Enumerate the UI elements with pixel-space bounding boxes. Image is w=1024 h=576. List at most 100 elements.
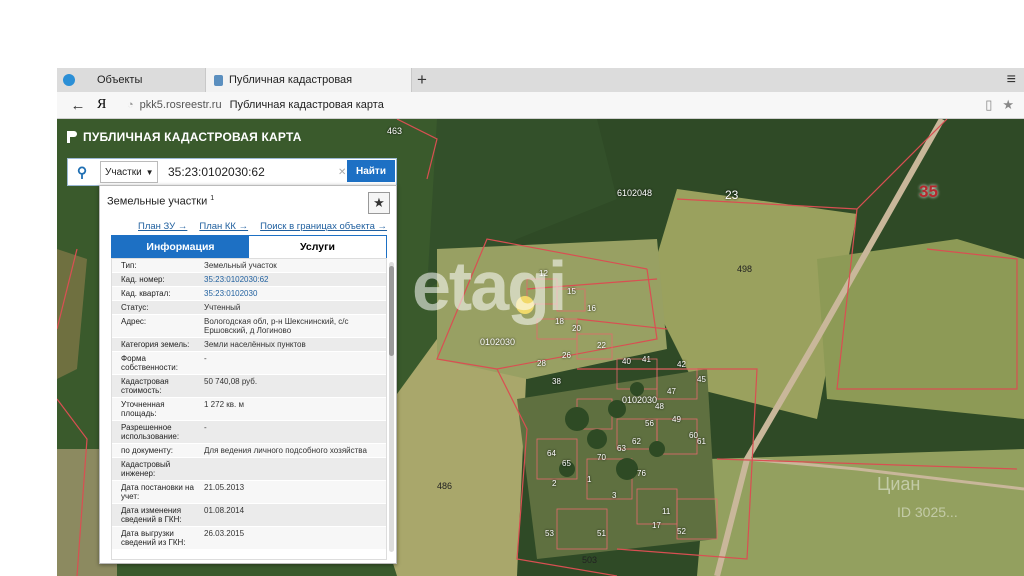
search-input[interactable] [166,161,338,183]
info-key: Разрешенное использование: [121,423,180,441]
search-type-select[interactable]: Участки ▼ [100,161,158,183]
etagi-watermark: etagi [412,247,567,325]
panel-title: Земельные участки 1 [107,195,214,208]
parcel-number[interactable]: 51 [597,529,606,538]
info-value: Учтенный [204,303,241,312]
parcel-number[interactable]: 1 [587,475,591,484]
parcel-number[interactable]: 47 [667,387,676,396]
info-key: Кадастровая стоимость: [121,377,169,395]
info-row: Кадастровый инженер: [112,458,386,481]
parcel-number[interactable]: 22 [597,341,606,350]
plan-zu-link[interactable]: План ЗУ → [138,221,187,232]
info-table: Тип: Земельный участок Кад. номер: 35:23:01… [111,258,387,560]
bookmark-star-icon[interactable]: ★ [1002,97,1014,113]
parcel-number[interactable]: 2 [552,479,556,488]
result-count: 1 [210,195,215,202]
parcel-number[interactable]: 56 [645,419,654,428]
parcel-number[interactable]: 53 [545,529,554,538]
parcel-number[interactable]: 63 [617,444,626,453]
parcel-number[interactable]: 70 [597,453,606,462]
favorite-star-icon[interactable]: ★ [368,192,390,214]
tab-objects[interactable]: Объекты [57,68,205,92]
parcel-number[interactable]: 64 [547,449,556,458]
chevron-down-icon: ▼ [145,167,154,177]
info-value[interactable]: 35:23:0102030:62 [201,273,386,286]
info-row: Дата изменения сведений в ГКН: 01.08.2014 [112,504,386,527]
parcel-number[interactable]: 3 [612,491,616,500]
info-key: Форма собственности: [121,354,178,372]
panel-scrollbar[interactable] [389,262,394,552]
info-value: 26.03.2015 [204,529,245,538]
parcel-number[interactable]: 62 [632,437,641,446]
map-label: 503 [582,555,598,565]
map-label: 23 [725,188,739,202]
info-row: по документу: Для ведения личного подсобн… [112,444,386,458]
parcel-number[interactable]: 11 [662,507,670,516]
cian-watermark: Циан [877,474,921,494]
search-within-link[interactable]: Поиск в границах объекта → [260,221,387,232]
search-bar: ⚲ Участки ▼ ✕ Найти [67,158,397,186]
parcel-number[interactable]: 45 [697,375,706,384]
address-actions: ▯ ★ [985,97,1014,113]
info-value: Для ведения личного подсобного хозяйства [204,446,367,455]
parcel-number[interactable]: 42 [677,360,686,369]
info-value: 1 272 кв. м [204,400,244,409]
parcel-number[interactable]: 48 [655,402,664,411]
parcel-number[interactable]: 28 [537,359,546,368]
tab-label: Публичная кадастровая [229,74,353,86]
parcel-number[interactable]: 61 [697,437,706,446]
parcel-number[interactable]: 38 [552,377,561,386]
rosreestr-logo-icon [67,131,77,143]
info-row: Уточненная площадь: 1 272 кв. м [112,398,386,421]
new-tab-button[interactable]: + [417,70,427,90]
parcel-number[interactable]: 40 [622,357,631,366]
info-row: Кадастровая стоимость: 50 740,08 руб. [112,375,386,398]
panel-title-text: Земельные участки [107,195,208,208]
tab-label: Объекты [97,74,143,86]
url-page-title[interactable]: Публичная кадастровая карта [230,99,384,111]
parcel-number[interactable]: 16 [587,304,596,313]
browser-menu-icon[interactable]: ≡ [1007,71,1016,89]
parcel-number[interactable]: 41 [642,355,651,364]
info-key: Дата выгрузки сведений из ГКН: [121,529,186,547]
info-row: Тип: Земельный участок [112,259,386,273]
plan-kk-link[interactable]: План КК → [199,221,248,232]
info-value: Земли населённых пунктов [204,340,306,349]
info-key: Дата постановки на учет: [121,483,194,501]
reader-mode-icon[interactable]: ▯ [985,97,992,113]
parcel-number[interactable]: 65 [562,459,571,468]
info-row: Кад. номер: 35:23:0102030:62 [112,273,386,287]
parcel-number[interactable]: 15 [567,287,576,296]
tab-cadastral-map[interactable]: Публичная кадастровая [205,68,412,92]
app-brand[interactable]: ПУБЛИЧНАЯ КАДАСТРОВАЯ КАРТА [67,130,302,144]
info-value: Земельный участок [204,261,277,270]
map-label: 6102048 [617,188,653,198]
search-button[interactable]: Найти [347,160,395,182]
parcel-number[interactable]: 17 [652,521,661,530]
url-host[interactable]: pkk5.rosreestr.ru [140,99,222,111]
parcel-number[interactable]: 26 [562,351,571,360]
parcel-number[interactable]: 20 [572,324,581,333]
parcel-number[interactable]: 76 [637,469,646,478]
site-info-icon[interactable]: ◔ [127,99,134,111]
info-key: Кадастровый инженер: [121,460,171,478]
parcel-number[interactable]: 52 [677,527,686,536]
browser-tab-bar: Объекты Публичная кадастровая + ≡ [57,68,1024,93]
back-button[interactable]: ← [63,97,93,114]
info-value: 01.08.2014 [204,506,245,515]
info-row: Категория земель: Земли населённых пункто… [112,338,386,352]
tab-info[interactable]: Информация [112,236,249,258]
parcel-number[interactable]: 49 [672,415,681,424]
info-value [201,458,386,480]
map-label: 463 [387,126,403,136]
yandex-logo[interactable]: Я [97,97,121,113]
tab-services[interactable]: Услуги [249,236,386,258]
browser-globe-icon [63,74,75,86]
info-value: 50 740,08 руб. [204,377,258,386]
listing-id-watermark: ID 3025... [897,504,958,520]
info-value[interactable]: 35:23:0102030 [201,287,386,300]
panel-tabs: Информация Услуги [111,235,387,259]
scrollbar-thumb[interactable] [389,266,394,356]
info-value: 21.05.2013 [204,483,245,492]
search-icon[interactable]: ⚲ [68,164,96,181]
